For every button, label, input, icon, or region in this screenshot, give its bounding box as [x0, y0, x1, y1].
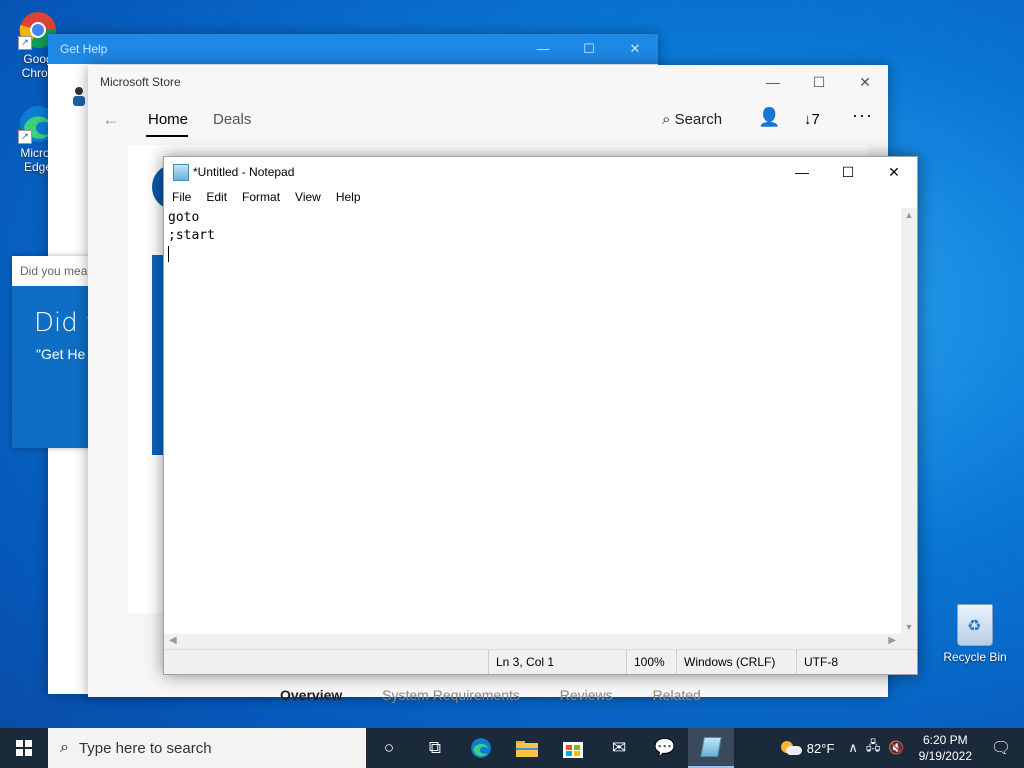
get-help-titlebar[interactable]: Get Help — ☐ ✕: [48, 34, 658, 64]
menu-file[interactable]: File: [172, 187, 191, 207]
menu-edit[interactable]: Edit: [206, 187, 227, 207]
close-button[interactable]: ✕: [871, 157, 917, 187]
task-view-icon[interactable]: ⧉: [412, 728, 458, 768]
notepad-statusbar: Ln 3, Col 1 100% Windows (CRLF) UTF-8: [164, 649, 917, 674]
close-button[interactable]: ✕: [842, 65, 888, 99]
notepad-window[interactable]: *Untitled - Notepad — ☐ ✕ File Edit Form…: [163, 156, 918, 675]
minimize-button[interactable]: —: [520, 34, 566, 64]
tab-reviews[interactable]: Reviews: [560, 687, 613, 703]
search-icon: ⌕: [662, 111, 671, 128]
clock-time: 6:20 PM: [922, 733, 968, 747]
maximize-button[interactable]: ☐: [566, 34, 612, 64]
microsoft-store-icon[interactable]: [550, 728, 596, 768]
more-options-icon[interactable]: ···: [852, 105, 873, 126]
user-account-icon[interactable]: 👤: [758, 107, 780, 128]
taskbar-edge-icon[interactable]: [458, 728, 504, 768]
store-title: Microsoft Store: [100, 75, 181, 89]
desktop-icon-recycle-bin[interactable]: ♻ Recycle Bin: [940, 604, 1010, 664]
close-button[interactable]: ✕: [612, 34, 658, 64]
mail-icon[interactable]: ✉: [596, 728, 642, 768]
text-line: goto: [168, 210, 200, 225]
menu-view[interactable]: View: [295, 187, 321, 207]
notepad-text-area[interactable]: goto ;start: [164, 208, 901, 634]
notepad-menubar: File Edit Format View Help: [164, 187, 917, 207]
volume-muted-icon[interactable]: 🔇: [888, 740, 904, 756]
file-explorer-icon[interactable]: [504, 728, 550, 768]
store-product-tabs: Overview System Requirements Reviews Rel…: [280, 687, 737, 703]
store-nav: ← Home Deals ⌕ Search 👤 ↓7 ···: [88, 99, 888, 143]
scrollbar-corner: [901, 634, 917, 650]
clock[interactable]: 6:20 PM 9/19/2022: [919, 732, 972, 764]
maximize-button[interactable]: ☐: [825, 157, 871, 187]
horizontal-scrollbar[interactable]: ◀ ▶: [164, 634, 901, 650]
vertical-scrollbar[interactable]: ▲ ▼: [901, 208, 917, 634]
scroll-right-icon[interactable]: ▶: [888, 635, 896, 646]
recycle-bin-icon: ♻: [957, 604, 993, 646]
tab-deals[interactable]: Deals: [213, 111, 251, 128]
text-caret: [168, 245, 169, 262]
active-tab-underline: [146, 135, 188, 137]
status-line-ending: Windows (CRLF): [676, 650, 775, 674]
notepad-title: *Untitled - Notepad: [193, 165, 295, 179]
get-help-title: Get Help: [60, 42, 108, 56]
scroll-left-icon[interactable]: ◀: [169, 635, 177, 646]
taskbar-notepad-icon[interactable]: [688, 728, 734, 768]
downloads-count: 7: [811, 111, 820, 128]
start-button[interactable]: [0, 728, 48, 768]
get-help-icon[interactable]: 💬: [642, 728, 688, 768]
partly-cloudy-icon: [780, 741, 802, 755]
menu-format[interactable]: Format: [242, 187, 280, 207]
menu-help[interactable]: Help: [336, 187, 361, 207]
scroll-down-icon[interactable]: ▼: [901, 622, 917, 632]
scroll-up-icon[interactable]: ▲: [901, 210, 917, 220]
recycle-bin-label: Recycle Bin: [943, 650, 1007, 664]
notepad-icon: [173, 164, 189, 181]
clock-date: 9/19/2022: [918, 749, 972, 763]
status-zoom: 100%: [626, 650, 665, 674]
text-line-current: [168, 245, 897, 263]
show-hidden-icons-chevron-icon[interactable]: ∧: [848, 740, 858, 756]
minimize-button[interactable]: —: [750, 65, 796, 99]
shortcut-arrow-icon: ↗: [18, 130, 32, 144]
tab-related[interactable]: Related: [653, 687, 701, 703]
minimize-button[interactable]: —: [779, 157, 825, 187]
weather-widget[interactable]: 82°F: [780, 740, 835, 756]
text-line: ;start: [168, 228, 215, 243]
windows-logo-icon: [16, 740, 32, 756]
tab-system-requirements[interactable]: System Requirements: [382, 687, 520, 703]
search-icon: ⌕: [60, 739, 69, 756]
tab-home[interactable]: Home: [148, 111, 188, 128]
tab-overview[interactable]: Overview: [280, 687, 342, 703]
download-icon: ↓: [804, 111, 812, 128]
weather-temperature: 82°F: [806, 740, 835, 756]
notifications-icon[interactable]: 🗨: [986, 738, 1016, 758]
taskbar-search-box[interactable]: ⌕ Type here to search: [48, 728, 366, 768]
search-label: Search: [674, 111, 723, 128]
network-icon[interactable]: 🖧: [866, 737, 881, 759]
notepad-titlebar[interactable]: *Untitled - Notepad — ☐ ✕: [164, 157, 917, 187]
system-tray: 82°F ∧ 🖧 🔇 6:20 PM 9/19/2022 🗨: [780, 728, 1024, 768]
back-arrow-icon[interactable]: ←: [102, 109, 120, 130]
status-encoding: UTF-8: [796, 650, 838, 674]
taskbar-search-placeholder: Type here to search: [78, 739, 212, 757]
status-position: Ln 3, Col 1: [488, 650, 554, 674]
cortana-icon[interactable]: ○: [366, 728, 412, 768]
store-titlebar[interactable]: Microsoft Store — ☐ ✕: [88, 65, 888, 99]
downloads-button[interactable]: ↓7: [804, 111, 820, 128]
maximize-button[interactable]: ☐: [796, 65, 842, 99]
agent-avatar-icon: [72, 86, 86, 106]
store-search-button[interactable]: ⌕ Search: [662, 111, 722, 128]
taskbar: ⌕ Type here to search ○ ⧉ ✉ 💬 82°F ∧ 🖧 🔇…: [0, 728, 1024, 768]
shortcut-arrow-icon: ↗: [18, 36, 32, 50]
